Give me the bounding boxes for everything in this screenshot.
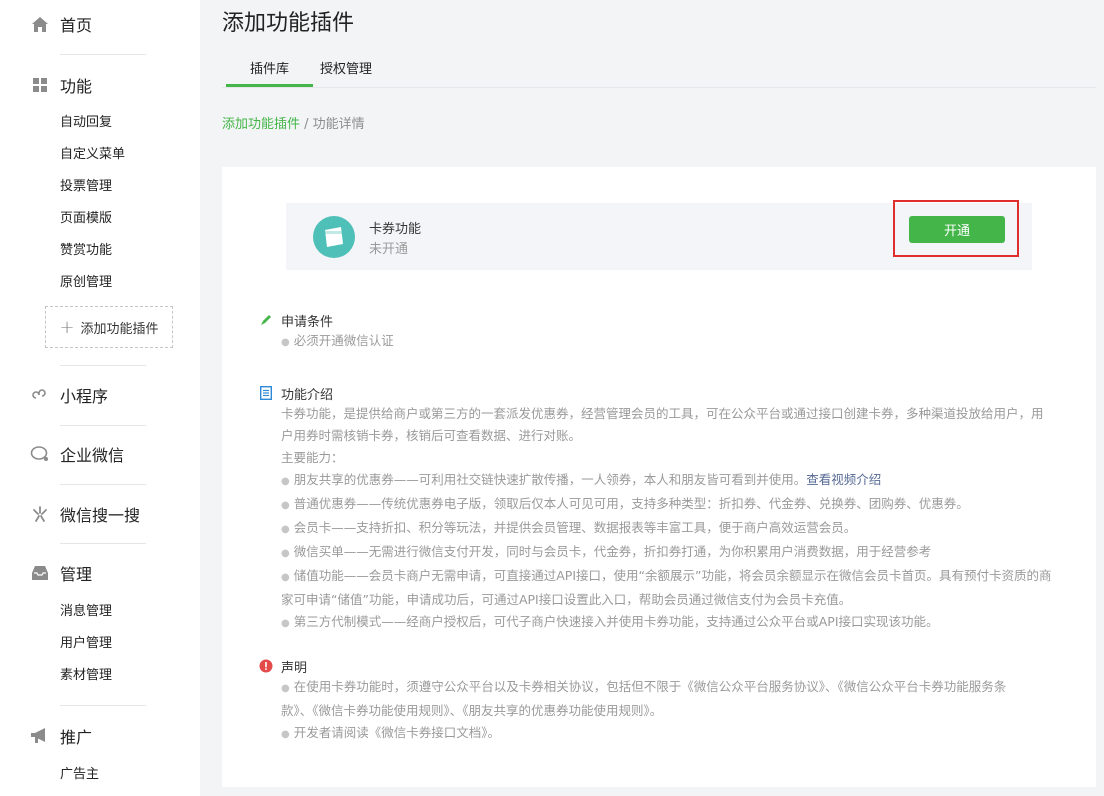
divider bbox=[60, 54, 146, 55]
sidebar-item-custom-menu[interactable]: 自定义菜单 bbox=[0, 139, 200, 171]
nav-miniprogram-label: 小程序 bbox=[60, 387, 109, 406]
chat-bubble-icon bbox=[30, 444, 50, 464]
divider bbox=[60, 365, 146, 366]
intro-title: 功能介绍 bbox=[281, 387, 334, 403]
statement-section: 声明 ● 在使用卡券功能时，须遵守公众平台以及卡券相关协议，包括但不限于《微信公众… bbox=[259, 656, 1059, 746]
sidebar-item-page-template[interactable]: 页面模版 bbox=[0, 203, 200, 235]
nav-features: 功能 bbox=[0, 70, 200, 100]
intro-section: 功能介绍 卡券功能，是提供给商户或第三方的一套派发优惠券，经营管理会员的工具，可… bbox=[259, 383, 1059, 635]
nav-home-label: 首页 bbox=[60, 16, 93, 35]
ability-item: ● 会员卡——支持折扣、积分等玩法，并提供会员管理、数据报表等丰富工具，便于商户高… bbox=[281, 520, 857, 535]
pen-icon bbox=[259, 313, 273, 327]
conditions-title: 申请条件 bbox=[281, 314, 334, 330]
condition-item: ● 必须开通微信认证 bbox=[281, 333, 394, 348]
tab-bar: 插件库 授权管理 bbox=[222, 54, 1096, 88]
nav-home[interactable]: 首页 bbox=[0, 9, 200, 39]
grid-icon bbox=[30, 75, 50, 95]
sidebar-item-materials[interactable]: 素材管理 bbox=[0, 660, 200, 692]
add-plugin-button[interactable]: + 添加功能插件 bbox=[45, 306, 173, 348]
ability-item: ● 微信买单——无需进行微信支付开发，同时与会员卡，代金券，折扣券打通，为你积累用… bbox=[281, 544, 932, 559]
tab-authorization[interactable]: 授权管理 bbox=[320, 58, 372, 77]
breadcrumb-current: 功能详情 bbox=[312, 117, 365, 132]
conditions-section: 申请条件 ● 必须开通微信认证 bbox=[259, 310, 1059, 354]
home-icon bbox=[30, 14, 50, 34]
sparkle-icon bbox=[30, 504, 50, 524]
ability-item-cont: 家可申请“储值”功能，申请成功后，可通过API接口设置此入口，帮助会员通过微信支… bbox=[281, 592, 852, 607]
nav-miniprogram[interactable]: 小程序 bbox=[0, 380, 200, 410]
sidebar-item-users[interactable]: 用户管理 bbox=[0, 628, 200, 660]
document-icon bbox=[259, 386, 273, 400]
nav-features-label: 功能 bbox=[60, 77, 93, 96]
sidebar-item-advertiser[interactable]: 广告主 bbox=[0, 759, 200, 791]
sidebar-item-reward[interactable]: 赞赏功能 bbox=[0, 235, 200, 267]
nav-promote: 推广 bbox=[0, 721, 200, 751]
ability-item: ● 朋友共享的优惠券——可利用社交链快速扩散传播，一人领券，本人和朋友皆可看到并使… bbox=[281, 472, 882, 487]
sidebar-item-messages[interactable]: 消息管理 bbox=[0, 596, 200, 628]
statement-item: ● 开发者请阅读《微信卡券接口文档》。 bbox=[281, 725, 500, 740]
abilities-label: 主要能力： bbox=[281, 450, 344, 465]
statement-title: 声明 bbox=[281, 660, 308, 676]
miniprogram-icon bbox=[30, 385, 50, 405]
nav-manage-label: 管理 bbox=[60, 565, 93, 584]
nav-enterprise-wechat[interactable]: 企业微信 bbox=[0, 439, 200, 469]
nav-promote-label: 推广 bbox=[60, 728, 93, 747]
ability-item: ● 第三方代制模式——经商户授权后，可代子商户快速接入并使用卡券功能，支持通过公众… bbox=[281, 614, 939, 629]
breadcrumb-link[interactable]: 添加功能插件 bbox=[222, 117, 300, 132]
breadcrumb: 添加功能插件 / 功能详情 bbox=[222, 113, 365, 132]
nav-wechat-search[interactable]: 微信搜一搜 bbox=[0, 499, 200, 529]
exclamation-icon bbox=[259, 659, 273, 673]
plugin-name: 卡券功能 bbox=[369, 222, 422, 237]
ability-item: ● 储值功能——会员卡商户无需申请，可直接通过API接口，使用“余额展示”功能，将… bbox=[281, 568, 1052, 583]
megaphone-icon bbox=[30, 726, 50, 746]
sidebar-item-original[interactable]: 原创管理 bbox=[0, 267, 200, 299]
ability-item: ● 普通优惠券——传统优惠券电子版，领取后仅本人可见可用，支持多种类型：折扣券、代… bbox=[281, 496, 969, 511]
intro-desc: 卡券功能，是提供给商户或第三方的一套派发优惠券，经营管理会员的工具，可在公众平台… bbox=[281, 406, 1044, 421]
add-plugin-label: 添加功能插件 bbox=[80, 321, 159, 337]
inbox-icon bbox=[30, 563, 50, 583]
nav-wechat-search-label: 微信搜一搜 bbox=[60, 506, 141, 525]
plugin-detail-card: 卡券功能 未开通 开通 申请条件 ● 必须开通微信认证 功能介绍 卡券功能，是提供… bbox=[222, 167, 1096, 787]
divider bbox=[60, 543, 146, 544]
breadcrumb-sep: / bbox=[300, 117, 313, 132]
intro-desc: 户用券时需核销卡券，核销后可查看数据、进行对账。 bbox=[281, 428, 582, 443]
page-title: 添加功能插件 bbox=[222, 11, 355, 36]
enable-button[interactable]: 开通 bbox=[909, 216, 1005, 243]
divider bbox=[60, 484, 146, 485]
sidebar-item-vote[interactable]: 投票管理 bbox=[0, 171, 200, 203]
statement-item: ● 在使用卡券功能时，须遵守公众平台以及卡券相关协议，包括但不限于《微信公众平台服… bbox=[281, 679, 1007, 694]
nav-manage: 管理 bbox=[0, 558, 200, 588]
divider bbox=[60, 705, 146, 706]
plus-icon: + bbox=[59, 316, 75, 338]
sidebar: 首页 功能 自动回复 自定义菜单 投票管理 页面模版 赞赏功能 原创管理 + 添… bbox=[0, 0, 200, 796]
divider bbox=[60, 425, 146, 426]
video-intro-link[interactable]: 查看视频介绍 bbox=[806, 472, 881, 487]
sidebar-item-auto-reply[interactable]: 自动回复 bbox=[0, 107, 200, 139]
plugin-status: 未开通 bbox=[369, 242, 409, 257]
nav-enterprise-wechat-label: 企业微信 bbox=[60, 446, 125, 465]
card-coupon-icon bbox=[313, 216, 355, 258]
statement-item-cont: 款》、《微信卡券功能使用规则》、《朋友共享的优惠券功能使用规则》。 bbox=[281, 703, 663, 718]
tab-plugin-library[interactable]: 插件库 bbox=[225, 58, 314, 87]
